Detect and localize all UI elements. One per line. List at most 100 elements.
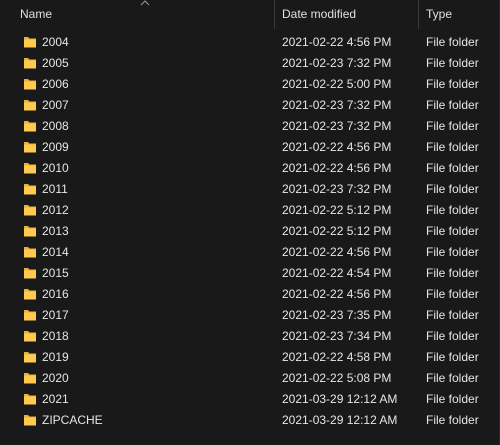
folder-icon bbox=[24, 289, 36, 300]
list-item[interactable]: 2021 2021-03-29 12:12 AM File folder bbox=[0, 389, 500, 410]
date-modified: 2021-02-23 7:32 PM bbox=[282, 56, 392, 70]
date-modified: 2021-02-22 5:12 PM bbox=[282, 203, 392, 217]
folder-icon bbox=[24, 79, 36, 90]
file-type: File folder bbox=[426, 77, 479, 91]
file-name: 2006 bbox=[42, 77, 69, 91]
date-modified: 2021-02-22 5:00 PM bbox=[282, 77, 392, 91]
file-name: 2014 bbox=[42, 245, 69, 259]
folder-icon bbox=[24, 163, 36, 174]
column-header-type[interactable]: Type bbox=[426, 0, 500, 29]
file-name: 2009 bbox=[42, 140, 69, 154]
list-item[interactable]: 2017 2021-02-23 7:35 PM File folder bbox=[0, 305, 500, 326]
file-type: File folder bbox=[426, 308, 479, 322]
column-divider[interactable] bbox=[274, 0, 275, 29]
date-modified: 2021-02-22 5:08 PM bbox=[282, 371, 392, 385]
file-type: File folder bbox=[426, 413, 479, 427]
file-list: 2004 2021-02-22 4:56 PM File folder 2005 202… bbox=[0, 32, 500, 431]
file-name: ZIPCACHE bbox=[42, 413, 103, 427]
file-type: File folder bbox=[426, 203, 479, 217]
file-type: File folder bbox=[426, 266, 479, 280]
list-item[interactable]: 2019 2021-02-22 4:58 PM File folder bbox=[0, 347, 500, 368]
date-modified: 2021-03-29 12:12 AM bbox=[282, 392, 398, 406]
folder-icon bbox=[24, 142, 36, 153]
file-name: 2021 bbox=[42, 392, 69, 406]
file-type: File folder bbox=[426, 224, 479, 238]
date-modified: 2021-02-22 4:54 PM bbox=[282, 266, 392, 280]
file-type: File folder bbox=[426, 329, 479, 343]
folder-icon bbox=[24, 247, 36, 258]
file-type: File folder bbox=[426, 371, 479, 385]
list-item[interactable]: 2012 2021-02-22 5:12 PM File folder bbox=[0, 200, 500, 221]
file-name: 2017 bbox=[42, 308, 69, 322]
date-modified: 2021-02-22 5:12 PM bbox=[282, 224, 392, 238]
folder-icon bbox=[24, 121, 36, 132]
date-modified: 2021-02-23 7:32 PM bbox=[282, 98, 392, 112]
column-divider[interactable] bbox=[418, 0, 419, 29]
list-item[interactable]: 2016 2021-02-22 4:56 PM File folder bbox=[0, 284, 500, 305]
folder-icon bbox=[24, 226, 36, 237]
folder-icon bbox=[24, 373, 36, 384]
date-modified: 2021-02-23 7:32 PM bbox=[282, 119, 392, 133]
list-item[interactable]: 2013 2021-02-22 5:12 PM File folder bbox=[0, 221, 500, 242]
folder-icon bbox=[24, 58, 36, 69]
list-item[interactable]: 2007 2021-02-23 7:32 PM File folder bbox=[0, 95, 500, 116]
list-item[interactable]: 2011 2021-02-23 7:32 PM File folder bbox=[0, 179, 500, 200]
file-type: File folder bbox=[426, 245, 479, 259]
column-header-name[interactable]: Name bbox=[20, 0, 270, 29]
list-item[interactable]: ZIPCACHE 2021-03-29 12:12 AM File folder bbox=[0, 410, 500, 431]
column-header-bar: Name Date modified Type bbox=[0, 0, 500, 29]
folder-icon bbox=[24, 205, 36, 216]
folder-icon bbox=[24, 331, 36, 342]
folder-icon bbox=[24, 100, 36, 111]
folder-icon bbox=[24, 184, 36, 195]
list-item[interactable]: 2015 2021-02-22 4:54 PM File folder bbox=[0, 263, 500, 284]
folder-icon bbox=[24, 268, 36, 279]
file-name: 2013 bbox=[42, 224, 69, 238]
date-modified: 2021-03-29 12:12 AM bbox=[282, 413, 398, 427]
column-header-date-modified[interactable]: Date modified bbox=[282, 0, 417, 29]
file-name: 2016 bbox=[42, 287, 69, 301]
list-item[interactable]: 2005 2021-02-23 7:32 PM File folder bbox=[0, 53, 500, 74]
list-item[interactable]: 2009 2021-02-22 4:56 PM File folder bbox=[0, 137, 500, 158]
file-type: File folder bbox=[426, 98, 479, 112]
date-modified: 2021-02-22 4:56 PM bbox=[282, 161, 392, 175]
list-item[interactable]: 2020 2021-02-22 5:08 PM File folder bbox=[0, 368, 500, 389]
file-name: 2015 bbox=[42, 266, 69, 280]
folder-icon bbox=[24, 394, 36, 405]
file-name: 2005 bbox=[42, 56, 69, 70]
folder-icon bbox=[24, 352, 36, 363]
list-item[interactable]: 2014 2021-02-22 4:56 PM File folder bbox=[0, 242, 500, 263]
list-item[interactable]: 2008 2021-02-23 7:32 PM File folder bbox=[0, 116, 500, 137]
file-type: File folder bbox=[426, 140, 479, 154]
file-name: 2011 bbox=[42, 182, 68, 196]
file-type: File folder bbox=[426, 119, 479, 133]
file-type: File folder bbox=[426, 182, 479, 196]
date-modified: 2021-02-22 4:58 PM bbox=[282, 350, 392, 364]
date-modified: 2021-02-22 4:56 PM bbox=[282, 287, 392, 301]
folder-icon bbox=[24, 310, 36, 321]
file-name: 2020 bbox=[42, 371, 69, 385]
date-modified: 2021-02-22 4:56 PM bbox=[282, 140, 392, 154]
file-name: 2018 bbox=[42, 329, 69, 343]
file-type: File folder bbox=[426, 161, 479, 175]
date-modified: 2021-02-23 7:34 PM bbox=[282, 329, 392, 343]
date-modified: 2021-02-22 4:56 PM bbox=[282, 35, 392, 49]
file-type: File folder bbox=[426, 350, 479, 364]
list-item[interactable]: 2004 2021-02-22 4:56 PM File folder bbox=[0, 32, 500, 53]
file-name: 2004 bbox=[42, 35, 69, 49]
file-name: 2007 bbox=[42, 98, 69, 112]
file-name: 2008 bbox=[42, 119, 69, 133]
file-name: 2012 bbox=[42, 203, 69, 217]
list-item[interactable]: 2018 2021-02-23 7:34 PM File folder bbox=[0, 326, 500, 347]
file-type: File folder bbox=[426, 287, 479, 301]
file-name: 2019 bbox=[42, 350, 69, 364]
file-type: File folder bbox=[426, 56, 479, 70]
date-modified: 2021-02-23 7:32 PM bbox=[282, 182, 392, 196]
list-item[interactable]: 2010 2021-02-22 4:56 PM File folder bbox=[0, 158, 500, 179]
date-modified: 2021-02-23 7:35 PM bbox=[282, 308, 392, 322]
file-type: File folder bbox=[426, 392, 479, 406]
list-item[interactable]: 2006 2021-02-22 5:00 PM File folder bbox=[0, 74, 500, 95]
file-type: File folder bbox=[426, 35, 479, 49]
folder-icon bbox=[24, 37, 36, 48]
date-modified: 2021-02-22 4:56 PM bbox=[282, 245, 392, 259]
